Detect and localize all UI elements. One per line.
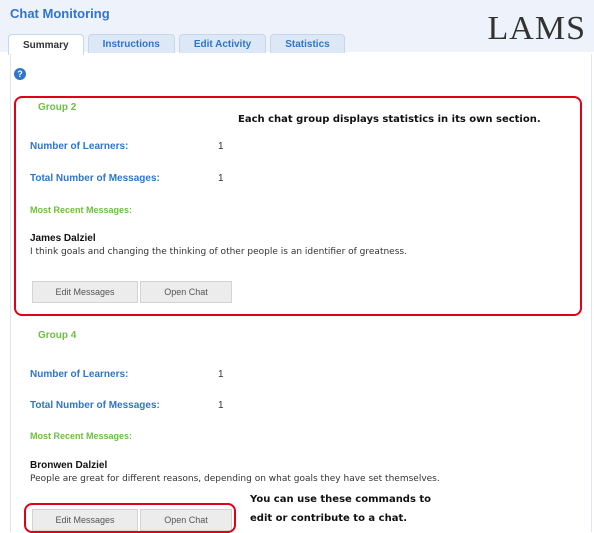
tab-bar: Summary Instructions Edit Activity Stati… (8, 34, 345, 55)
tab-summary[interactable]: Summary (8, 34, 84, 55)
group-callout-box (14, 96, 582, 316)
lams-logo: LAMS (487, 10, 586, 47)
header-bar: Chat Monitoring LAMS Summary Instruction… (0, 0, 594, 55)
messages-value: 1 (218, 400, 224, 411)
recent-messages-label: Most Recent Messages: (30, 431, 133, 441)
learners-value: 1 (218, 369, 224, 380)
help-icon[interactable]: ? (14, 68, 26, 80)
learners-label: Number of Learners: (30, 369, 129, 380)
group-title: Group 4 (38, 330, 77, 341)
tab-edit-activity[interactable]: Edit Activity (178, 34, 267, 53)
group-annotation: Each chat group displays statistics in i… (238, 114, 541, 125)
message-author: Bronwen Dalziel (30, 460, 108, 471)
page-title: Chat Monitoring (10, 6, 110, 21)
tab-instructions[interactable]: Instructions (87, 34, 175, 53)
commands-callout-box (24, 503, 236, 533)
tab-statistics[interactable]: Statistics (270, 34, 345, 53)
messages-label: Total Number of Messages: (30, 400, 160, 411)
message-text: People are great for different reasons, … (30, 474, 440, 484)
commands-annotation-line1: You can use these commands to (250, 494, 432, 505)
commands-annotation-line2: edit or contribute to a chat. (250, 513, 408, 524)
